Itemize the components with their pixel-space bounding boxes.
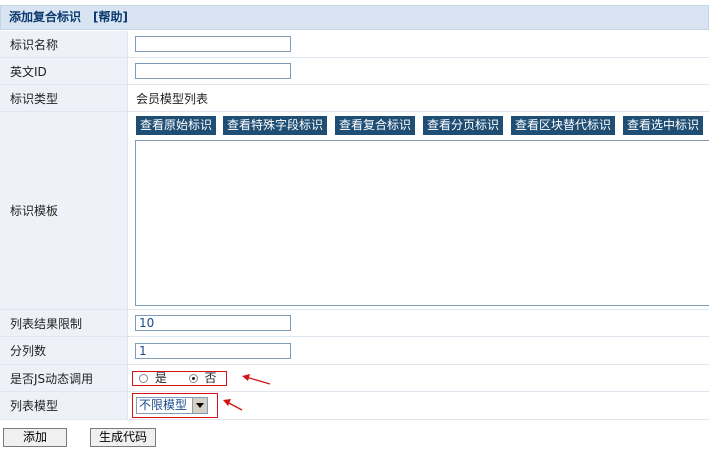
name-label: 标识名称 [0,31,128,57]
model-select-highlight: 不限模型 [132,393,218,418]
list-model-label: 列表模型 [0,392,128,419]
js-yes-label: 是 [154,371,167,385]
english-id-label: 英文ID [0,58,128,84]
view-original-tag-button[interactable]: 查看原始标识 [136,116,217,135]
list-model-selected: 不限模型 [139,398,188,412]
view-paging-tag-button[interactable]: 查看分页标识 [423,116,504,135]
type-value: 会员模型列表 [136,91,209,106]
view-composite-tag-button[interactable]: 查看复合标识 [335,116,416,135]
dropdown-arrow-icon[interactable] [192,398,207,413]
english-id-input[interactable] [135,63,291,79]
row-js-call: 是否JS动态调用 是 否 [0,365,709,392]
row-name: 标识名称 [0,31,709,58]
form-title: 添加复合标识 [9,10,82,24]
row-columns: 分列数 1 [0,337,709,365]
help-link[interactable]: [帮助] [93,10,128,24]
add-button[interactable]: 添加 [3,428,67,447]
name-input[interactable] [135,36,291,52]
limit-label: 列表结果限制 [0,310,128,336]
view-special-field-tag-button[interactable]: 查看特殊字段标识 [223,116,328,135]
row-english-id: 英文ID [0,58,709,85]
view-selected-tag-button[interactable]: 查看选中标识 [623,116,704,135]
limit-input[interactable]: 10 [135,315,291,331]
js-no-radio[interactable] [188,374,198,383]
generate-code-button[interactable]: 生成代码 [90,428,156,447]
columns-label: 分列数 [0,337,128,364]
form-frame: 添加复合标识 [帮助] 标识名称 英文ID 标识类型 会员模型列表 标识模板 查看… [0,0,709,420]
annotation-arrow-icon [223,399,243,411]
columns-input[interactable]: 1 [135,343,291,359]
row-list-model: 列表模型 不限模型 [0,392,709,420]
js-yes-radio[interactable] [139,374,148,383]
type-label: 标识类型 [0,85,128,111]
row-limit: 列表结果限制 10 [0,310,709,337]
template-label: 标识模板 [0,112,128,309]
js-no-label: 否 [204,371,217,385]
row-template: 标识模板 查看原始标识 查看特殊字段标识 查看复合标识 查看分页标识 查看区块替… [0,112,709,310]
list-model-select[interactable]: 不限模型 [136,397,208,414]
template-textarea[interactable] [135,140,709,306]
view-block-replace-tag-button[interactable]: 查看区块替代标识 [511,116,616,135]
js-radio-highlight: 是 否 [132,371,227,386]
annotation-arrow-icon [242,374,271,385]
js-call-label: 是否JS动态调用 [0,365,128,391]
form-title-bar: 添加复合标识 [帮助] [0,5,709,30]
row-type: 标识类型 会员模型列表 [0,85,709,112]
